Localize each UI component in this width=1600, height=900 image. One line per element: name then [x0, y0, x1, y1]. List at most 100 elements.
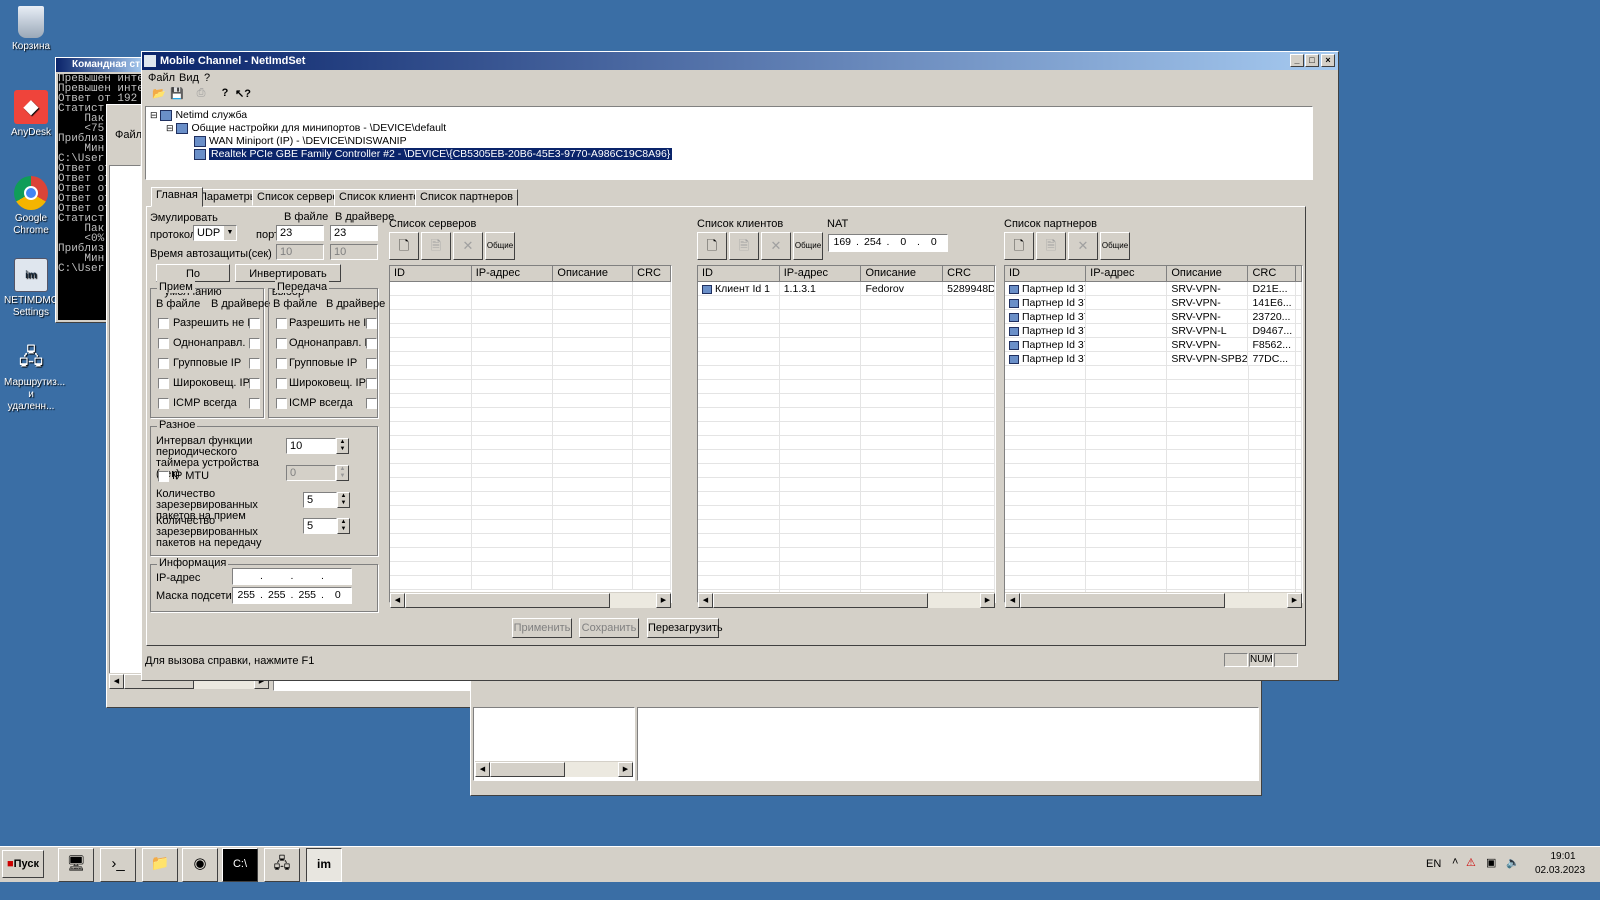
col-ip[interactable]: IP-адрес: [1086, 266, 1168, 282]
table-row[interactable]: Партнер Id 374SRV-VPN-F8562...: [1005, 338, 1302, 352]
col-extra[interactable]: I: [1296, 266, 1302, 282]
send-driver-checkbox[interactable]: [366, 398, 377, 409]
col-id[interactable]: ID: [1005, 266, 1087, 282]
send-file-checkbox[interactable]: [276, 338, 287, 349]
start-button[interactable]: ■Пуск: [2, 850, 44, 878]
protocol-select[interactable]: UDP ▼: [193, 225, 237, 241]
rx-spinner[interactable]: ▲ ▼: [337, 492, 350, 508]
taskbar-explorer-icon[interactable]: 📁: [142, 848, 178, 882]
autosave-driver-input[interactable]: 10: [330, 244, 378, 260]
receive-driver-checkbox[interactable]: [249, 378, 260, 389]
clock-time[interactable]: 19:01: [1538, 851, 1588, 862]
col-desc[interactable]: Описание: [1167, 266, 1249, 282]
receive-driver-checkbox[interactable]: [249, 338, 260, 349]
taskbar-powershell-icon[interactable]: ›_: [100, 848, 136, 882]
delete-icon[interactable]: ✕: [453, 232, 483, 260]
partners-hscroll[interactable]: ◀ ▶: [1005, 592, 1302, 608]
apply-button[interactable]: Применить: [512, 618, 572, 638]
bg-menu-file[interactable]: Файл: [115, 129, 142, 141]
receive-file-checkbox[interactable]: [158, 318, 169, 329]
taskbar-server-manager-icon[interactable]: 🖥: [58, 848, 94, 882]
table-row[interactable]: Партнер Id 372SRV-VPN-23720...: [1005, 310, 1302, 324]
desktop-icon-anydesk[interactable]: ◆ AnyDesk: [4, 90, 58, 139]
menu-view[interactable]: Вид: [179, 72, 199, 84]
receive-driver-checkbox[interactable]: [249, 318, 260, 329]
col-ip[interactable]: IP-адрес: [779, 266, 862, 282]
clients-list[interactable]: ID IP-адрес Описание CRC Клиент Id 1 1.1…: [697, 265, 996, 603]
table-row[interactable]: Партнер Id 370SRV-VPN-D21E...: [1005, 282, 1302, 296]
table-row[interactable]: Партнер Id 371SRV-VPN-141E6...: [1005, 296, 1302, 310]
tree-node-wan[interactable]: WAN Miniport (IP) - \DEVICE\NDISWANIP: [194, 135, 407, 147]
col-crc[interactable]: CRC: [633, 266, 671, 282]
timer-input[interactable]: 10: [286, 438, 336, 454]
port-file-input[interactable]: 23: [276, 225, 324, 241]
volume-icon[interactable]: 🔈: [1506, 856, 1520, 869]
open-folder-icon[interactable]: 📂: [150, 87, 168, 103]
clients-common-button[interactable]: Общие: [793, 232, 823, 260]
tree-node-root[interactable]: ⊟ Netimd служба: [150, 109, 247, 121]
receive-driver-checkbox[interactable]: [249, 398, 260, 409]
help-icon[interactable]: ?: [216, 87, 234, 103]
ipmtu-checkbox[interactable]: [158, 471, 169, 482]
desktop-icon-routing[interactable]: 🖧 Маршрутиз... и удаленн...: [4, 340, 65, 413]
reload-button[interactable]: Перезагрузить: [647, 618, 723, 638]
bg2-hscroll[interactable]: ◀ ▶: [475, 761, 633, 777]
col-desc[interactable]: Описание: [861, 266, 944, 282]
col-ip[interactable]: IP-адрес: [471, 266, 554, 282]
send-file-checkbox[interactable]: [276, 318, 287, 329]
main-titlebar[interactable]: Mobile Channel - NetImdSet _ □ ×: [142, 52, 1338, 70]
col-crc[interactable]: CRC: [943, 266, 995, 282]
col-id[interactable]: ID: [390, 266, 472, 282]
minimize-button[interactable]: _: [1290, 54, 1304, 67]
servers-common-button[interactable]: Общие: [485, 232, 515, 260]
receive-file-checkbox[interactable]: [158, 398, 169, 409]
save-icon[interactable]: 💾: [168, 87, 186, 103]
tree-node-default[interactable]: ⊟ Общие настройки для минипортов - \DEVI…: [166, 122, 446, 134]
language-indicator[interactable]: EN: [1426, 858, 1441, 870]
desktop-icon-recycle-bin[interactable]: Корзина: [4, 6, 58, 53]
context-help-icon[interactable]: ↖?: [234, 87, 252, 103]
taskbar-chrome-icon[interactable]: ◉: [182, 848, 218, 882]
servers-list[interactable]: ID IP-адрес Описание CRC: [389, 265, 672, 603]
nat-field[interactable]: 169. 254. 0. 0: [828, 234, 948, 252]
send-file-checkbox[interactable]: [276, 358, 287, 369]
delete-icon[interactable]: ✕: [761, 232, 791, 260]
print-icon[interactable]: ⎙: [192, 87, 210, 103]
tx-spinner[interactable]: ▲ ▼: [337, 518, 350, 534]
rx-input[interactable]: 5: [303, 492, 337, 508]
mask-field[interactable]: 255. 255. 255. 0: [232, 587, 352, 604]
edit-doc-icon[interactable]: 🗎: [1036, 232, 1066, 260]
menu-file[interactable]: Файл: [148, 72, 175, 84]
table-row[interactable]: Партнер Id 375SRV-VPN-SPB277DC...: [1005, 352, 1302, 366]
receive-driver-checkbox[interactable]: [249, 358, 260, 369]
timer-spinner[interactable]: ▲ ▼: [336, 438, 349, 454]
port-driver-input[interactable]: 23: [330, 225, 378, 241]
servers-hscroll[interactable]: ◀ ▶: [390, 592, 671, 608]
new-doc-icon[interactable]: 🗋: [1004, 232, 1034, 260]
send-driver-checkbox[interactable]: [366, 318, 377, 329]
clock-date[interactable]: 02.03.2023: [1530, 865, 1590, 876]
partners-list[interactable]: ID IP-адрес Описание CRC I Партнер Id 37…: [1004, 265, 1303, 603]
tab-main[interactable]: Главная: [151, 187, 203, 207]
autosave-file-input[interactable]: 10: [276, 244, 324, 260]
receive-file-checkbox[interactable]: [158, 358, 169, 369]
ipmtu-input[interactable]: 0: [286, 465, 336, 481]
taskbar-netimd-icon[interactable]: im: [306, 848, 342, 882]
col-desc[interactable]: Описание: [553, 266, 634, 282]
taskbar-cmd-icon[interactable]: C:\: [222, 848, 258, 882]
new-doc-icon[interactable]: 🗋: [697, 232, 727, 260]
save-button[interactable]: Сохранить: [579, 618, 639, 638]
desktop-icon-netimd[interactable]: im NETIMDMC Settings: [4, 258, 58, 319]
send-driver-checkbox[interactable]: [366, 358, 377, 369]
partners-common-button[interactable]: Общие: [1100, 232, 1130, 260]
table-row[interactable]: Клиент Id 1 1.1.3.1 Fedorov 5289948D: [698, 282, 995, 296]
edit-doc-icon[interactable]: 🗎: [729, 232, 759, 260]
delete-icon[interactable]: ✕: [1068, 232, 1098, 260]
receive-file-checkbox[interactable]: [158, 338, 169, 349]
send-driver-checkbox[interactable]: [366, 378, 377, 389]
send-file-checkbox[interactable]: [276, 378, 287, 389]
receive-file-checkbox[interactable]: [158, 378, 169, 389]
tray-expand-icon[interactable]: ˄: [1452, 856, 1458, 868]
menu-help[interactable]: ?: [204, 72, 210, 84]
main-window[interactable]: Mobile Channel - NetImdSet _ □ × Файл Ви…: [141, 51, 1339, 681]
